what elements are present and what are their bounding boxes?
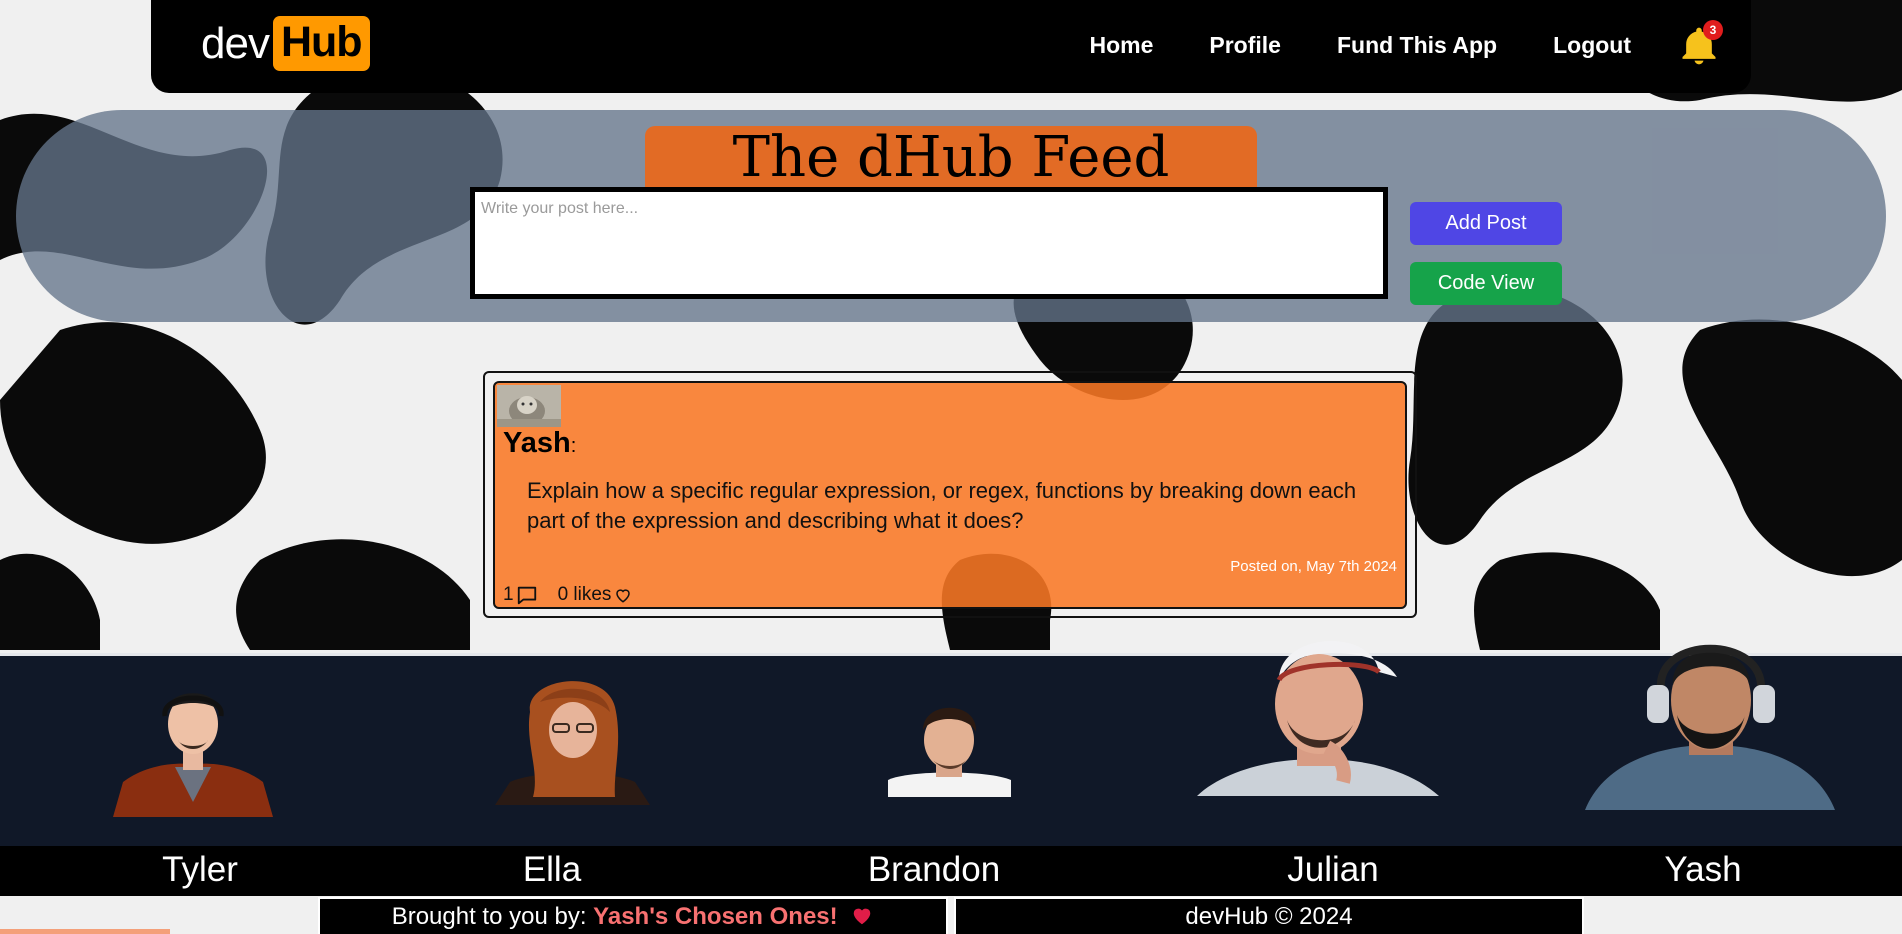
- post-body: Explain how a specific regular expressio…: [527, 478, 1357, 533]
- feed-title: The dHub Feed: [645, 126, 1257, 190]
- member-photo-julian: [1197, 640, 1439, 796]
- post-input[interactable]: [470, 187, 1388, 299]
- heart-icon: [616, 589, 631, 603]
- nav-home-link[interactable]: Home: [1089, 32, 1153, 59]
- post-author-colon: :: [570, 435, 577, 457]
- member-photo-yash: [1585, 644, 1835, 810]
- post-author-avatar[interactable]: [497, 385, 561, 427]
- logo-hub-text: Hub: [272, 16, 370, 71]
- member-name-brandon: Brandon: [867, 850, 1001, 889]
- footer-credits-prefix: Brought to you by:: [391, 903, 594, 930]
- member-name-tyler: Tyler: [162, 850, 238, 889]
- comments-button[interactable]: 1: [503, 584, 538, 606]
- member-name-julian: Julian: [1287, 850, 1379, 889]
- post-author[interactable]: Yash:: [503, 427, 576, 460]
- bottom-accent: [0, 929, 170, 934]
- comment-count: 1: [503, 584, 514, 605]
- nav-profile-link[interactable]: Profile: [1209, 32, 1281, 59]
- likes-count: 0 likes: [557, 584, 612, 605]
- post-author-name: Yash: [503, 427, 571, 459]
- footer-crew-name: Yash's Chosen Ones!: [593, 903, 838, 930]
- like-button[interactable]: 0 likes: [558, 584, 633, 606]
- add-post-button[interactable]: Add Post: [1410, 202, 1562, 245]
- post-card: Yash: Explain how a specific regular exp…: [493, 381, 1407, 609]
- nav-fund-link[interactable]: Fund This App: [1337, 32, 1497, 59]
- notification-count-badge: 3: [1703, 20, 1723, 40]
- logo-dev-text: dev: [201, 18, 270, 68]
- member-photo-tyler: [113, 693, 273, 817]
- navbar: dev Hub Home Profile Fund This App Logou…: [151, 0, 1751, 93]
- member-name-yash: Yash: [1664, 850, 1742, 889]
- devhub-logo[interactable]: dev Hub: [201, 16, 370, 71]
- post-actions: 1 0 likes: [503, 584, 632, 606]
- footer-copyright: devHub © 2024: [954, 897, 1584, 934]
- code-view-button[interactable]: Code View: [1410, 262, 1562, 305]
- notifications-button[interactable]: 3: [1677, 20, 1723, 68]
- nav-logout-link[interactable]: Logout: [1553, 32, 1631, 59]
- member-name-ella: Ella: [522, 850, 582, 889]
- comment-icon: [517, 586, 536, 605]
- post-date: Posted on, May 7th 2024: [1230, 558, 1397, 575]
- footer-credits: Brought to you by: Yash's Chosen Ones!: [318, 897, 948, 934]
- nav-links: Home Profile Fund This App Logout: [1089, 32, 1631, 59]
- member-photo-ella: [495, 681, 650, 805]
- member-photo-brandon: [888, 707, 1011, 797]
- heart-filled-icon: [854, 908, 871, 925]
